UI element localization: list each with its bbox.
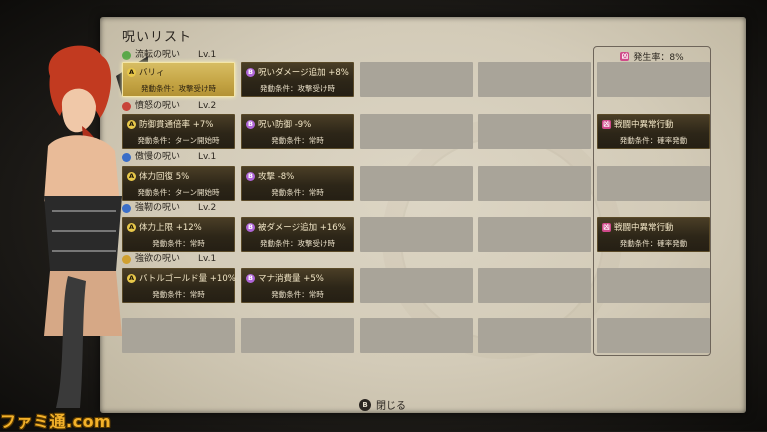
curse-slot[interactable] xyxy=(122,318,235,353)
occurrence-icon: 凶 xyxy=(620,52,630,61)
curse-effect-name: A 体力上限 +12% xyxy=(127,222,202,233)
curse-effect-name: A 体力回復 5% xyxy=(127,171,190,182)
curse-slot[interactable]: B マナ消費量 +5% 発動条件：常時 xyxy=(241,268,354,303)
slot-badge-icon: B xyxy=(246,171,255,181)
activation-condition: 発動条件：攻撃受け時 xyxy=(260,84,335,93)
curse-slot[interactable]: B 被ダメージ追加 +16% 発動条件：攻撃受け時 xyxy=(241,217,354,252)
curse-slot[interactable] xyxy=(478,268,591,303)
curse-gem-icon xyxy=(122,152,131,162)
activation-condition: 発動条件：攻撃受け時 xyxy=(141,84,216,93)
curse-effect-name: 凶戦闘中異常行動 xyxy=(602,222,674,233)
curse-row-label: 憤怒の呪い Lv.2 xyxy=(122,100,216,112)
curse-slot[interactable] xyxy=(360,268,473,303)
curse-gem-icon xyxy=(122,203,131,213)
curse-gem-icon xyxy=(122,101,131,111)
slot-badge-icon: A xyxy=(127,273,136,283)
slot-badge-icon: A xyxy=(127,222,136,232)
curse-row-label: 強欲の呪い Lv.1 xyxy=(122,253,216,265)
curse-slot[interactable] xyxy=(241,318,354,353)
curse-slot[interactable]: A バトルゴールド量 +10% 発動条件：常時 xyxy=(122,268,236,303)
slot-badge-icon: B xyxy=(246,222,255,232)
curse-effect-name: A バトルゴールド量 +10% xyxy=(127,273,236,284)
curse-row-label: 強靭の呪い Lv.2 xyxy=(122,202,216,214)
activation-condition: 発動条件：攻撃受け時 xyxy=(260,239,335,248)
curse-effect-name: 凶戦闘中異常行動 xyxy=(602,119,674,130)
side-curse-slot[interactable] xyxy=(597,166,710,201)
curse-slot[interactable] xyxy=(478,318,591,353)
close-button[interactable]: B 閉じる xyxy=(359,397,406,412)
close-label: 閉じる xyxy=(376,401,406,412)
curse-slot[interactable] xyxy=(360,166,473,201)
curse-gem-icon xyxy=(122,50,131,60)
activation-condition: 発動条件：常時 xyxy=(271,188,324,197)
activation-condition: 発動条件：ターン開始時 xyxy=(137,188,220,197)
activation-condition: 発動条件：常時 xyxy=(152,290,205,299)
slot-badge-icon: B xyxy=(246,119,255,129)
slot-badge-icon: A xyxy=(127,171,136,181)
curse-effect-name: B 呪いダメージ追加 +8% xyxy=(246,66,349,78)
curse-slot[interactable] xyxy=(360,62,473,97)
curse-effect-name: B 呪い防御 -9% xyxy=(246,118,311,130)
curse-effect-name: A バリィ xyxy=(127,67,165,78)
curse-row-label: 流転の呪い Lv.1 xyxy=(122,49,216,61)
side-curse-slot[interactable] xyxy=(597,318,710,353)
slot-badge-icon: B xyxy=(246,67,255,77)
activation-condition: 発動条件：常時 xyxy=(152,239,205,248)
slot-badge-icon: A xyxy=(127,119,136,129)
curse-slot[interactable]: A 体力上限 +12% 発動条件：常時 xyxy=(122,217,235,252)
side-curse-slot[interactable] xyxy=(597,268,710,303)
curse-slot[interactable]: B 呪いダメージ追加 +8% 発動条件：攻撃受け時 xyxy=(241,62,354,97)
slot-badge-icon: B xyxy=(246,273,255,283)
curse-slot[interactable] xyxy=(478,166,591,201)
curse-slot[interactable]: A バリィ発動条件：攻撃受け時 xyxy=(122,62,235,97)
curse-slot[interactable]: A 防御貫通倍率 +7% 発動条件：ターン開始時 xyxy=(122,114,235,149)
curse-slot[interactable] xyxy=(478,217,591,252)
curse-slot[interactable] xyxy=(360,114,473,149)
slot-badge-icon: A xyxy=(127,67,136,77)
slot-badge-icon: 凶 xyxy=(602,222,611,232)
curse-slot[interactable]: B 呪い防御 -9% 発動条件：常時 xyxy=(241,114,354,149)
curse-effect-name: A 防御貫通倍率 +7% xyxy=(127,119,214,130)
curse-gem-icon xyxy=(122,254,131,264)
page-title: 呪いリスト xyxy=(122,30,193,45)
watermark-logo: ファミ通.com xyxy=(0,412,112,431)
side-curse-slot[interactable] xyxy=(597,62,710,97)
activation-condition: 発動条件：常時 xyxy=(271,136,324,145)
curse-slot[interactable] xyxy=(478,114,591,149)
curse-effect-name: B 被ダメージ追加 +16% xyxy=(246,221,346,233)
side-curse-slot[interactable]: 凶戦闘中異常行動発動条件：確率発動 xyxy=(597,217,710,252)
curse-row-label: 傲慢の呪い Lv.1 xyxy=(122,151,216,163)
curse-slot[interactable] xyxy=(360,217,473,252)
activation-condition: 発動条件：ターン開始時 xyxy=(137,136,220,145)
side-curse-slot[interactable]: 凶戦闘中異常行動発動条件：確率発動 xyxy=(597,114,710,149)
curse-slot[interactable]: A 体力回復 5% 発動条件：ターン開始時 xyxy=(122,166,235,201)
b-button-icon: B xyxy=(359,398,371,411)
activation-condition: 発動条件：常時 xyxy=(271,290,324,299)
curse-effect-name: B マナ消費量 +5% xyxy=(246,272,324,284)
curse-slot[interactable] xyxy=(478,62,591,97)
activation-condition: 発動条件：確率発動 xyxy=(619,239,688,248)
curse-slot[interactable] xyxy=(360,318,473,353)
curse-effect-name: B 攻撃 -8% xyxy=(246,170,294,182)
activation-condition: 発動条件：確率発動 xyxy=(619,136,688,145)
curse-slot[interactable]: B 攻撃 -8% 発動条件：常時 xyxy=(241,166,354,201)
slot-badge-icon: 凶 xyxy=(602,119,611,129)
